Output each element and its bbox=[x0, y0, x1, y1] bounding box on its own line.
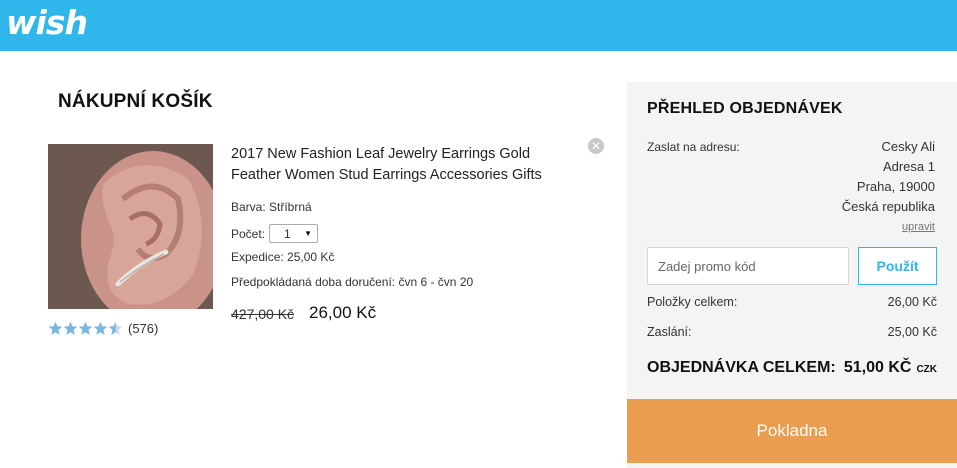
order-total-value: 51,00 KČ bbox=[843, 359, 912, 376]
rating-stars bbox=[48, 321, 123, 336]
quantity-select[interactable]: 1 ▼ bbox=[269, 224, 319, 243]
quantity-label: Počet: bbox=[231, 226, 266, 241]
quantity-value: 1 bbox=[284, 226, 291, 241]
shipping-total-value: 25,00 Kč bbox=[887, 325, 937, 339]
apply-promo-button[interactable]: Použít bbox=[858, 247, 937, 285]
product-name[interactable]: 2017 New Fashion Leaf Jewelry Earrings G… bbox=[231, 144, 581, 186]
caret-down-icon: ▼ bbox=[304, 229, 313, 238]
product-rating[interactable]: (576) bbox=[48, 318, 158, 338]
ship-to-label: Zaslat na adresu: bbox=[647, 140, 740, 154]
order-total-row: OBJEDNÁVKA CELKEM: 51,00 KČ CZK bbox=[647, 359, 937, 377]
star-full-icon bbox=[48, 321, 63, 335]
edit-address-link[interactable]: upravit bbox=[842, 219, 935, 235]
earring-photo bbox=[48, 144, 213, 309]
star-full-icon bbox=[78, 321, 93, 335]
address-line: Adresa 1 bbox=[882, 159, 935, 174]
order-total-currency: CZK bbox=[916, 364, 937, 375]
order-total-label: OBJEDNÁVKA CELKEM: bbox=[647, 359, 836, 376]
product-image[interactable] bbox=[48, 144, 213, 309]
shipping-total-label: Zaslání: bbox=[647, 325, 692, 339]
quantity-row: Počet: 1 ▼ bbox=[231, 224, 319, 243]
original-price: 427,00 Kč bbox=[231, 306, 295, 322]
address-line: Cesky Ali bbox=[881, 139, 935, 154]
star-full-icon bbox=[93, 321, 108, 335]
remove-item-button[interactable]: ✕ bbox=[588, 138, 604, 154]
shipping-address: Cesky Ali Adresa 1 Praha, 19000 Česká re… bbox=[842, 137, 935, 235]
order-total: 51,00 KČ CZK bbox=[844, 359, 937, 377]
star-full-icon bbox=[63, 321, 78, 335]
items-total-row: Položky celkem: 26,00 Kč bbox=[647, 295, 937, 309]
checkout-button[interactable]: Pokladna bbox=[627, 399, 957, 463]
product-color: Barva: Stříbrná bbox=[231, 200, 312, 214]
summary-title: PŘEHLED OBJEDNÁVEK bbox=[647, 100, 843, 117]
estimated-delivery: Předpokládaná doba doručení: čvn 6 - čvn… bbox=[231, 275, 474, 289]
current-price: 26,00 Kč bbox=[309, 303, 377, 322]
shipping-total-row: Zaslání: 25,00 Kč bbox=[647, 325, 937, 339]
address-line: Česká republika bbox=[841, 199, 935, 214]
promo-code-input[interactable] bbox=[647, 247, 849, 285]
item-shipping: Expedice: 25,00 Kč bbox=[231, 250, 335, 264]
wish-logo[interactable]: wish bbox=[6, 2, 88, 44]
close-circle-icon: ✕ bbox=[590, 139, 602, 153]
star-half-icon bbox=[108, 321, 123, 335]
cart-title: NÁKUPNÍ KOŠÍK bbox=[58, 91, 213, 112]
address-line: Praha, 19000 bbox=[856, 179, 935, 194]
items-total-label: Položky celkem: bbox=[647, 295, 738, 309]
top-bar: wish bbox=[0, 0, 957, 51]
rating-count: (576) bbox=[128, 320, 159, 336]
items-total-value: 26,00 Kč bbox=[887, 295, 937, 309]
